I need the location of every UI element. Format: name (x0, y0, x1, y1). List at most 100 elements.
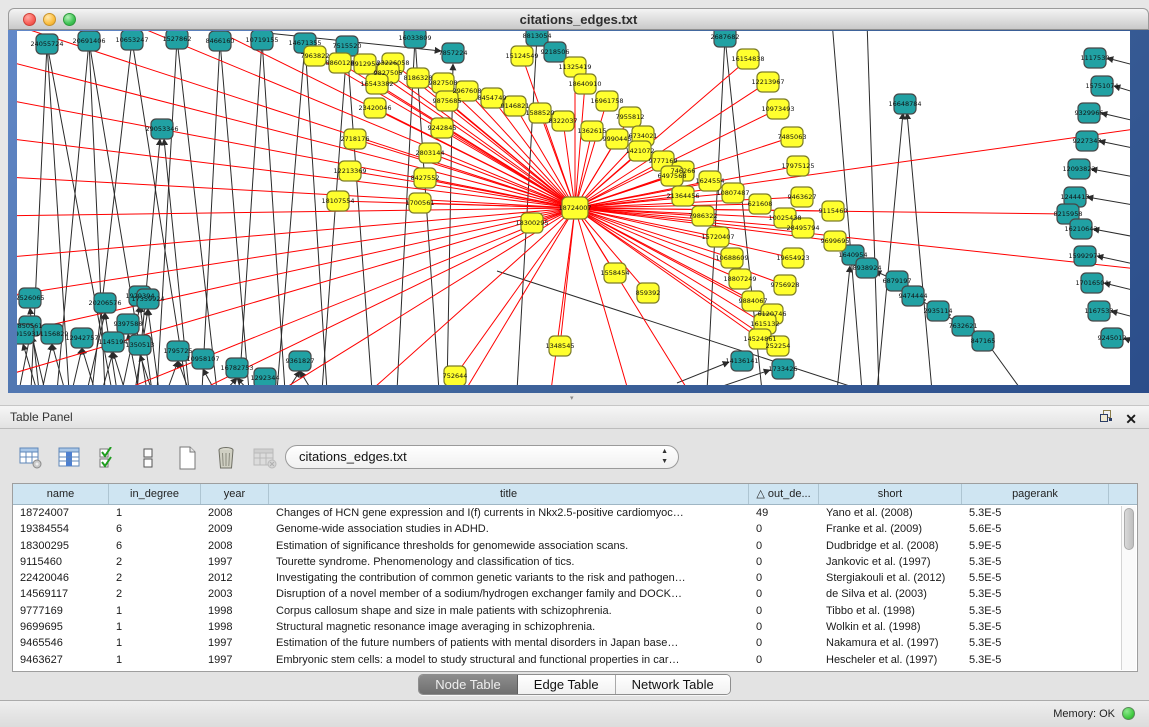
cell: Estimation of the future numbers of pati… (269, 635, 749, 651)
status-bar: Memory: OK (0, 700, 1149, 727)
svg-text:10653247: 10653247 (115, 36, 148, 44)
svg-text:9242845: 9242845 (428, 124, 457, 132)
cell: Tibbo et al. (1998) (819, 603, 962, 619)
cell: 1 (109, 652, 201, 668)
table-row[interactable]: 2242004622012Investigating the contribut… (13, 570, 1137, 586)
svg-text:21364456: 21364456 (666, 192, 699, 200)
svg-text:12213967: 12213967 (751, 78, 784, 86)
svg-text:8454749: 8454749 (478, 94, 507, 102)
svg-text:1795725: 1795725 (164, 347, 193, 355)
svg-text:18107554: 18107554 (321, 197, 354, 205)
cell: 9699695 (13, 619, 109, 635)
delete-column-icon[interactable] (213, 445, 239, 471)
cell: 9115460 (13, 554, 109, 570)
network-view-window: citations_edges.txt 18724007240557242069… (8, 8, 1149, 393)
column-header-pagerank[interactable]: pagerank (962, 484, 1109, 504)
cell: Structural magnetic resonance image aver… (269, 619, 749, 635)
cell: 1 (109, 603, 201, 619)
table-toolbar: f(x) citations_edges.txt ▲▼ (0, 429, 1149, 483)
table-type-tabs: Node TableEdge TableNetwork Table (418, 674, 731, 695)
row-height-icon[interactable] (135, 445, 161, 471)
cell: 1 (109, 635, 201, 651)
close-window-icon[interactable] (23, 13, 36, 26)
cell: 1997 (201, 652, 269, 668)
svg-text:752644: 752644 (443, 372, 468, 380)
table-row[interactable]: 969969511998Structural magnetic resonanc… (13, 619, 1137, 635)
cell: de Silva et al. (2003) (819, 586, 962, 602)
svg-text:14671355: 14671355 (288, 39, 321, 47)
column-header-title[interactable]: title (269, 484, 749, 504)
table-row[interactable]: 1938455462009Genome-wide association stu… (13, 521, 1137, 537)
svg-text:9756928: 9756928 (771, 281, 800, 289)
cell: 9465546 (13, 635, 109, 651)
citation-network-graph: 1872400724055724206914061065324715278628… (17, 31, 1130, 385)
table-row[interactable]: 1830029562008Estimation of significance … (13, 538, 1137, 554)
memory-ok-icon[interactable] (1122, 707, 1135, 720)
svg-text:1733426: 1733426 (769, 365, 798, 373)
column-header-outde[interactable]: △ out_de... (749, 484, 819, 504)
cell: 22420046 (13, 570, 109, 586)
cell: 1997 (201, 554, 269, 570)
svg-text:12213369: 12213369 (333, 167, 366, 175)
tab-edge-table[interactable]: Edge Table (518, 675, 616, 694)
table-header-row: namein_degreeyeartitle△ out_de...shortpa… (13, 484, 1137, 505)
svg-text:8466160: 8466160 (206, 37, 235, 45)
minimize-window-icon[interactable] (43, 13, 56, 26)
table-selector-value: citations_edges.txt (299, 449, 407, 464)
cell: 9777169 (13, 603, 109, 619)
svg-text:1624554: 1624554 (696, 177, 725, 185)
svg-text:621608: 621608 (748, 200, 773, 208)
svg-text:8912954: 8912954 (351, 60, 380, 68)
column-header-indegree[interactable]: in_degree (109, 484, 201, 504)
cell: 2 (109, 570, 201, 586)
float-panel-icon[interactable] (1100, 410, 1113, 428)
cell: Dudbridge et al. (2008) (819, 538, 962, 554)
cell: 2009 (201, 521, 269, 537)
table-row[interactable]: 911546021997Tourette syndrome. Phenomeno… (13, 554, 1137, 570)
split-pane-handle[interactable]: ▾ (570, 396, 578, 401)
column-header-short[interactable]: short (819, 484, 962, 504)
cell: 19384554 (13, 521, 109, 537)
svg-text:2687682: 2687682 (711, 33, 740, 41)
table-row[interactable]: 977716911998Corpus callosum shape and si… (13, 603, 1137, 619)
table-settings-icon[interactable] (18, 445, 44, 471)
network-graph-canvas[interactable]: 1872400724055724206914061065324715278628… (17, 31, 1130, 385)
cell: Stergiakouli et al. (2012) (819, 570, 962, 586)
select-columns-icon[interactable] (96, 445, 122, 471)
cell: Wolkin et al. (1998) (819, 619, 962, 635)
scrollbar-thumb[interactable] (1124, 508, 1134, 550)
cell: 9463627 (13, 652, 109, 668)
table-selector-dropdown[interactable]: citations_edges.txt ▲▼ (285, 445, 679, 469)
tab-network-table[interactable]: Network Table (616, 675, 730, 694)
table-row[interactable]: 1456911722003Disruption of a novel membe… (13, 586, 1137, 602)
svg-text:1527862: 1527862 (163, 35, 192, 43)
table-row[interactable]: 946362711997Embryonic stem cells: a mode… (13, 652, 1137, 668)
svg-text:16782753: 16782753 (220, 364, 253, 372)
dropdown-arrows-icon: ▲▼ (661, 447, 668, 467)
svg-text:1117530: 1117530 (1081, 54, 1110, 62)
table-vertical-scrollbar[interactable] (1121, 506, 1136, 670)
svg-text:7485063: 7485063 (778, 133, 807, 141)
svg-text:23226058: 23226058 (376, 59, 409, 67)
show-column-icon[interactable] (57, 445, 83, 471)
window-titlebar[interactable]: citations_edges.txt (8, 8, 1149, 30)
cell: 1998 (201, 603, 269, 619)
svg-text:8215958: 8215958 (1054, 210, 1083, 218)
svg-text:11325419: 11325419 (558, 63, 591, 71)
cell: 6 (109, 521, 201, 537)
svg-text:19654923: 19654923 (776, 254, 809, 262)
node-table: namein_degreeyeartitle△ out_de...shortpa… (12, 483, 1138, 672)
table-row[interactable]: 946554611997Estimation of the future num… (13, 635, 1137, 651)
close-panel-icon[interactable]: ✕ (1125, 412, 1137, 426)
cell: 5.3E-5 (962, 635, 1109, 651)
zoom-window-icon[interactable] (63, 13, 76, 26)
table-row[interactable]: 1872400712008Changes of HCN gene express… (13, 505, 1137, 521)
tab-node-table[interactable]: Node Table (419, 675, 518, 694)
cell: 5.3E-5 (962, 619, 1109, 635)
cell: 0 (749, 635, 819, 651)
column-header-name[interactable]: name (13, 484, 109, 504)
cell: 2003 (201, 586, 269, 602)
cell: 1998 (201, 619, 269, 635)
new-table-icon[interactable] (174, 445, 200, 471)
column-header-year[interactable]: year (201, 484, 269, 504)
